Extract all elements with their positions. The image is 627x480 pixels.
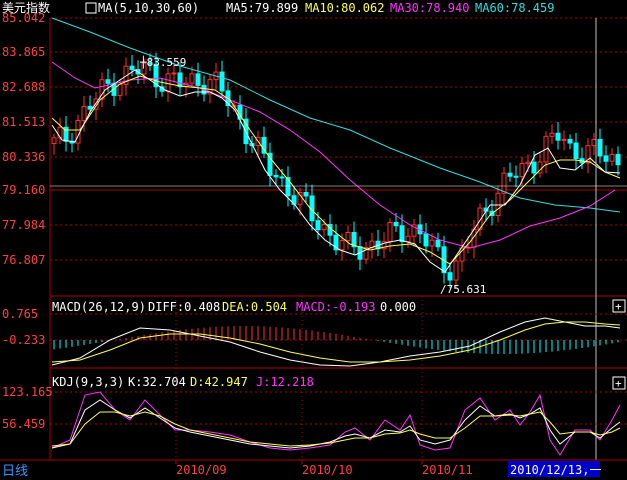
candle-body [345, 231, 351, 242]
time-axis-bar: 日线 2010/09 2010/10 2010/11 2010/12/13,一 [0, 459, 627, 480]
candle-body [495, 192, 501, 216]
candle-body [87, 105, 93, 110]
candle-body [555, 132, 561, 141]
macd-dea-line [51, 321, 621, 363]
price-tick: 77.984 [2, 218, 45, 232]
x-axis-label: 2010/09 [176, 463, 227, 477]
price-tick: 81.513 [2, 115, 45, 129]
candle-body [165, 73, 171, 92]
ma5-value: MA5:79.899 [226, 1, 298, 15]
candle-body [561, 138, 567, 141]
candle-body [531, 161, 537, 174]
candle-body [189, 73, 195, 84]
ma60-value: MA60:78.459 [475, 1, 554, 15]
macd-panel[interactable]: MACD(26,12,9) DIFF:0.408 DEA:0.504 MACD:… [2, 299, 627, 369]
candle-body [279, 176, 285, 179]
svg-text:+: + [615, 300, 622, 313]
candle-body [81, 105, 87, 121]
price-tick: 82.688 [2, 80, 45, 94]
candle-body [501, 172, 507, 194]
candle-body [339, 240, 345, 251]
macd-dea-value: DEA:0.504 [222, 300, 287, 314]
candle-body [447, 272, 453, 281]
ma30-line [51, 61, 616, 249]
candle-body [507, 172, 513, 177]
macd-diff-line [51, 317, 621, 367]
candle-body [525, 161, 531, 165]
candle-body [303, 191, 309, 197]
candle-body [603, 155, 609, 162]
kdj-expand-button[interactable]: + [612, 376, 626, 390]
stock-chart-window: 85.042 83.865 82.688 81.513 80.336 79.16… [0, 0, 627, 480]
candle-body [453, 260, 459, 281]
kdj-title: KDJ(9,3,3) [52, 375, 124, 389]
candle-body [177, 72, 183, 88]
candle-body [513, 175, 519, 178]
candle-body [405, 235, 411, 243]
candle-body [105, 79, 111, 84]
macd-tick: 0.765 [2, 307, 38, 321]
cursor-date: 2010/12/13,一 [510, 463, 601, 477]
ma-params: MA(5,10,30,60) [98, 1, 199, 15]
price-tick: 76.807 [2, 253, 45, 267]
candle-body [567, 138, 573, 144]
candle-body [393, 221, 399, 227]
candle-body [597, 138, 603, 157]
candle-body [423, 233, 429, 247]
candle-body [549, 132, 555, 137]
candle-body [591, 138, 597, 147]
kdj-d-value: D:42.947 [190, 375, 248, 389]
macd-title: MACD(26,12,9) [52, 300, 146, 314]
kdj-tick: 56.459 [2, 417, 45, 431]
price-tick: 83.865 [2, 45, 45, 59]
high-annotation: ┼83.559 [139, 55, 186, 69]
candle-body [315, 220, 321, 231]
candle-body [573, 142, 579, 160]
candle-body [117, 83, 123, 96]
low-annotation: /75.631 [440, 283, 486, 296]
macd-expand-button[interactable]: + [612, 299, 626, 313]
candle-body [519, 163, 525, 178]
candlestick-series [51, 53, 621, 289]
macd-hist-value: MACD:-0.193 [296, 300, 375, 314]
price-panel[interactable]: 85.042 83.865 82.688 81.513 80.336 79.16… [2, 0, 627, 460]
instrument-title: 美元指数 [2, 0, 50, 15]
x-axis-label: 2010/11 [422, 463, 473, 477]
candle-body [51, 137, 57, 144]
kdj-tick: 123.165 [2, 385, 53, 399]
candle-body [171, 72, 177, 75]
candle-body [321, 223, 327, 231]
svg-text:+: + [615, 377, 622, 390]
kdj-d-line [51, 411, 621, 447]
candle-body [195, 73, 201, 86]
candle-body [435, 239, 441, 248]
candle-body [273, 174, 279, 178]
period-tab-label: 日线 [2, 464, 28, 479]
candle-body [219, 71, 225, 92]
candle-body [615, 153, 621, 166]
candle-body [399, 225, 405, 243]
macd-diff-value: DIFF:0.408 [148, 300, 220, 314]
macd-tick: -0.233 [2, 333, 45, 347]
candle-body [609, 153, 615, 162]
ma30-value: MA30:78.940 [390, 1, 469, 15]
kdj-j-value: J:12.218 [256, 375, 314, 389]
price-tick: 80.336 [2, 150, 45, 164]
x-axis-label: 2010/10 [302, 463, 353, 477]
price-tick: 79.160 [2, 183, 45, 197]
candle-body [429, 239, 435, 247]
candle-body [387, 221, 393, 243]
ma10-value: MA10:80.062 [305, 1, 384, 15]
indicator-icon[interactable] [85, 2, 97, 14]
kdj-panel[interactable]: KDJ(9,3,3) K:32.704 D:42.947 J:12.218 12… [2, 375, 627, 456]
kdj-k-value: K:32.704 [128, 375, 186, 389]
candle-body [129, 65, 135, 70]
macd-zero-value: 0.000 [380, 300, 416, 314]
ma60-line [51, 17, 621, 213]
